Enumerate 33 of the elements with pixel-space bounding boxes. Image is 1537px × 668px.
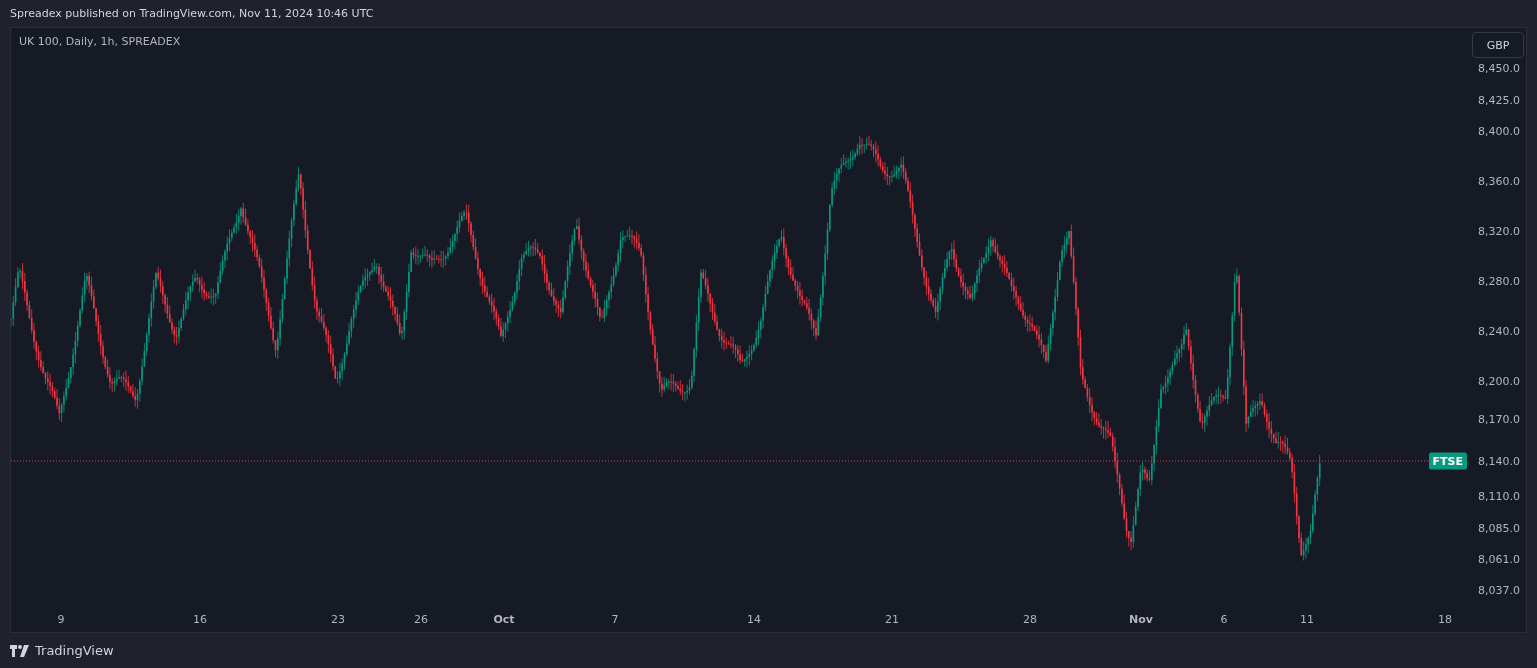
price-axis-label: 8,170.0 [1478,412,1520,426]
time-axis-label: 7 [611,613,619,626]
time-axis-label: 6 [1220,613,1228,626]
price-axis-label: 8,240.0 [1478,324,1520,338]
price-axis-label: 8,320.0 [1478,224,1520,238]
price-axis-label: 8,280.0 [1478,274,1520,288]
price-axis-label: 8,360.0 [1478,174,1520,188]
publish-info: Spreadex published on TradingView.com, Nov 11, 2024 10:46 UTC [10,7,374,20]
time-axis-label: 23 [331,613,345,626]
time-axis-label: 16 [193,613,207,626]
price-axis-label: 8,200.0 [1478,374,1520,388]
price-axis-label: 8,061.0 [1478,552,1520,566]
brand-name: TradingView [35,643,114,658]
time-axis-label: 21 [885,613,899,626]
time-axis-label: 18 [1438,613,1452,626]
time-axis-label: 11 [1300,613,1314,626]
time-axis-label: 26 [414,613,428,626]
price-axis-label: 8,110.0 [1478,489,1520,503]
logo-icon [10,644,30,657]
time-axis-label: Nov [1129,613,1153,626]
price-axis-label: 8,037.0 [1478,583,1520,597]
price-axis-label: 8,085.0 [1478,521,1520,535]
time-axis-label: Oct [493,613,515,626]
currency-button[interactable]: GBP [1472,32,1524,58]
price-axis-label: 8,450.0 [1478,61,1520,75]
price-axis-label: 8,140.0 [1478,454,1520,468]
price-axis-label: 8,400.0 [1478,124,1520,138]
symbol-legend: UK 100, Daily, 1h, SPREADEX [19,35,181,48]
price-axis-label: 8,425.0 [1478,93,1520,107]
time-axis-label: 14 [747,613,761,626]
time-axis-label: 9 [57,613,65,626]
time-axis-label: 28 [1023,613,1037,626]
symbol-price-badge: FTSE [1428,452,1467,470]
